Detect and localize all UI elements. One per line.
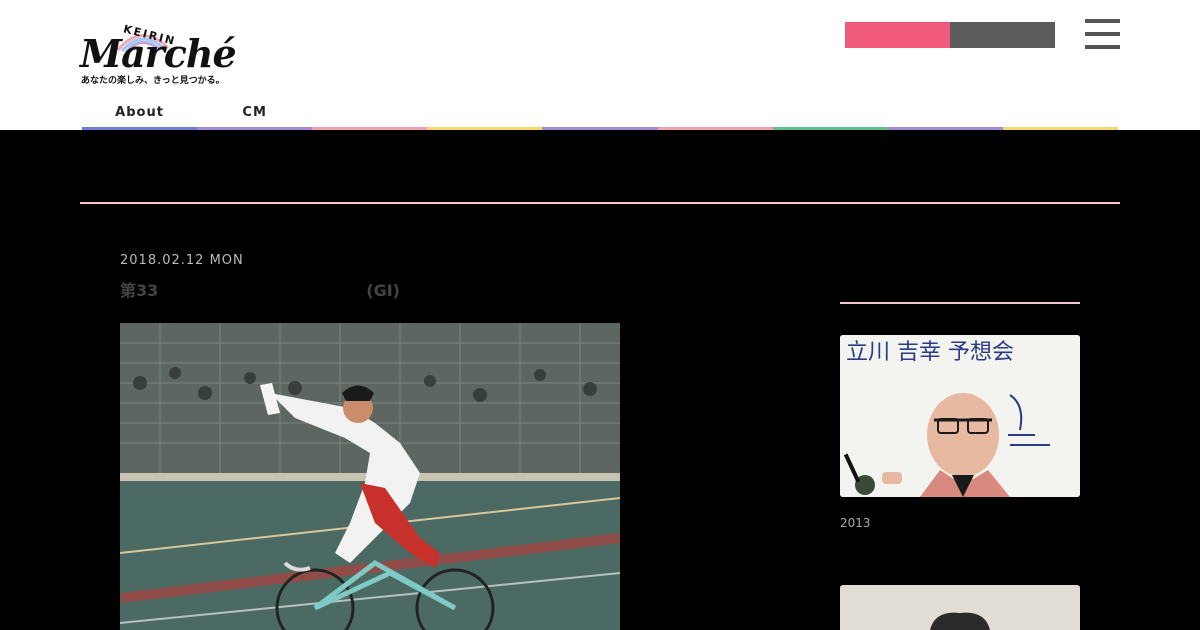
nav-item-5[interactable] [542, 100, 658, 130]
sidebar-article-title[interactable]: 2013 [840, 513, 1080, 534]
nav-item-8[interactable] [887, 100, 1003, 130]
secondary-header-button[interactable] [950, 22, 1055, 48]
section-divider [80, 202, 1120, 204]
nav-item-about[interactable]: About [82, 100, 198, 130]
nav-item-6[interactable] [657, 100, 773, 130]
sidebar-article-photo-2[interactable] [840, 585, 1080, 630]
logo-tagline: あなたの楽しみ、きっと見つかる。 [81, 76, 225, 86]
site-header: KEIRIN Marché あなたの楽しみ、きっと見つかる。 About CM [0, 0, 1200, 130]
post-date: 2018.02.12 MON [120, 253, 244, 268]
sidebar-divider [840, 302, 1080, 304]
nav-item-cm[interactable]: CM [197, 100, 313, 130]
sidebar-article-photo[interactable]: 立川 吉幸 予想会 [840, 335, 1080, 497]
main-nav: About CM [82, 100, 1118, 130]
hamburger-menu-icon[interactable] [1085, 19, 1120, 49]
post-title[interactable]: 第33 (GI) [120, 277, 400, 301]
nav-item-7[interactable] [772, 100, 888, 130]
whiteboard-text: 立川 吉幸 予想会 [846, 340, 1014, 365]
logo-marche-text: Marché [80, 31, 237, 76]
primary-header-button[interactable] [845, 22, 950, 48]
nav-item-4[interactable] [427, 100, 543, 130]
nav-item-9[interactable] [1002, 100, 1118, 130]
article-main-photo [120, 323, 620, 630]
nav-item-3[interactable] [312, 100, 428, 130]
keirin-marche-logo[interactable]: KEIRIN Marché あなたの楽しみ、きっと見つかる。 [80, 14, 237, 86]
